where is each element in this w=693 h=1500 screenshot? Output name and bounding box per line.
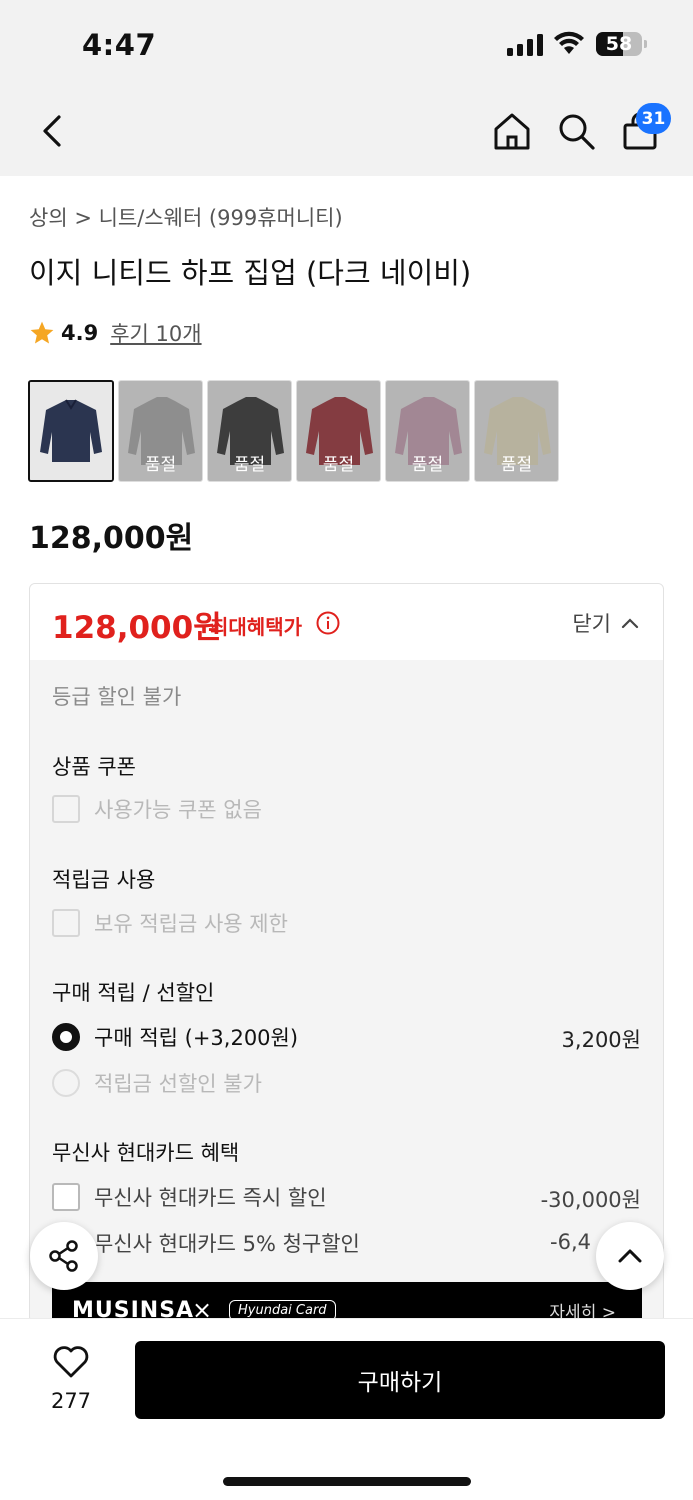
color-option-beige[interactable]: 품절 [474,380,559,482]
benefit-panel: 128,000원 최대혜택가 닫기 등급 할인 불가 상품 쿠폰 사용가능 쿠폰… [29,583,664,1323]
rating-score: 4.9 [61,321,99,345]
signal-icon [507,34,543,56]
reviews-link[interactable]: 후기 10개 [110,318,201,348]
points-option-label: 보유 적립금 사용 제한 [94,912,288,936]
chevron-up-icon [618,1249,642,1263]
card-instant-label: 무신사 현대카드 즉시 할인 [94,1186,327,1210]
prediscount-option: 적립금 선할인 불가 [52,1068,262,1098]
status-bar: 4:47 58 [0,0,693,88]
color-option-black[interactable]: 품절 [207,380,292,482]
points-option: 보유 적립금 사용 제한 [52,908,288,938]
card-claim-option[interactable]: 무신사 현대카드 5% 청구할인 [52,1228,360,1258]
soldout-label: 품절 [144,455,177,475]
grade-discount-note: 등급 할인 불가 [52,685,182,709]
star-icon [30,321,54,344]
color-option-pink[interactable]: 품절 [385,380,470,482]
collapse-label: 닫기 [572,612,611,636]
card-claim-amount: -6,4 [550,1230,591,1254]
soldout-label: 품절 [233,455,266,475]
coupon-checkbox [52,795,80,823]
product-price: 128,000원 [29,521,194,556]
home-indicator [223,1477,471,1486]
points-checkbox [52,909,80,937]
sweater-image [30,382,112,480]
purchase-reward-option[interactable]: 구매 적립 (+3,200원) [52,1022,298,1052]
card-instant-option[interactable]: 무신사 현대카드 즉시 할인 [52,1182,327,1212]
soldout-label: 품절 [411,455,444,475]
soldout-label: 품절 [500,455,533,475]
max-benefit-price: 128,000원 [52,610,222,646]
back-icon [43,115,61,147]
points-section-title: 적립금 사용 [52,868,156,892]
product-title: 이지 니티드 하프 집업 (다크 네이비) [29,256,472,290]
color-option-navy[interactable] [28,380,114,482]
coupon-option-label: 사용가능 쿠폰 없음 [94,798,262,822]
purchase-section-title: 구매 적립 / 선할인 [52,981,215,1005]
color-option-burgundy[interactable]: 품절 [296,380,381,482]
battery-level: 58 [605,33,633,55]
search-icon [559,114,595,150]
home-button[interactable] [488,106,536,156]
info-icon[interactable] [316,611,340,635]
heart-icon [53,1346,89,1378]
top-nav [0,88,693,176]
color-options: 품절 품절 품절 품절 품절 [28,380,559,482]
card-instant-amount: -30,000원 [540,1188,641,1212]
coupon-option: 사용가능 쿠폰 없음 [52,794,262,824]
status-time: 4:47 [82,28,157,62]
card-instant-checkbox[interactable] [52,1183,80,1211]
prediscount-label: 적립금 선할인 불가 [94,1072,262,1096]
max-benefit-label: 최대혜택가 [210,615,302,639]
like-button[interactable]: 277 [40,1345,102,1413]
wifi-icon [554,31,584,54]
coupon-section-title: 상품 쿠폰 [52,755,136,779]
share-icon [49,1240,78,1272]
back-button[interactable] [28,108,74,154]
home-icon [494,113,530,150]
chevron-up-icon [621,618,639,629]
purchase-reward-amount: 3,200원 [561,1028,641,1052]
share-button[interactable] [30,1222,98,1290]
collapse-toggle[interactable]: 닫기 [572,608,639,638]
purchase-reward-label: 구매 적립 (+3,200원) [94,1026,299,1050]
purchase-reward-radio[interactable] [52,1023,80,1051]
cart-count-badge: 31 [636,103,671,134]
card-promo-banner[interactable]: MUSINSA × Hyundai Card 자세히 > [52,1282,642,1322]
search-button[interactable] [553,106,599,156]
color-option-gray[interactable]: 품절 [118,380,203,482]
card-claim-label: 무신사 현대카드 5% 청구할인 [94,1232,360,1256]
bottom-action-bar: 277 구매하기 [0,1318,693,1500]
rating-row: 4.9 후기 10개 [29,318,202,348]
breadcrumb[interactable]: 상의 > 니트/스웨터 (999휴머니티) [29,202,343,232]
battery-icon: 58 [596,32,642,56]
buy-button[interactable]: 구매하기 [135,1341,665,1419]
soldout-label: 품절 [322,455,355,475]
benefit-header: 128,000원 최대혜택가 닫기 [30,584,663,660]
like-count: 277 [50,1389,92,1413]
prediscount-radio [52,1069,80,1097]
scroll-top-button[interactable] [596,1222,664,1290]
card-section-title: 무신사 현대카드 혜택 [52,1141,240,1165]
